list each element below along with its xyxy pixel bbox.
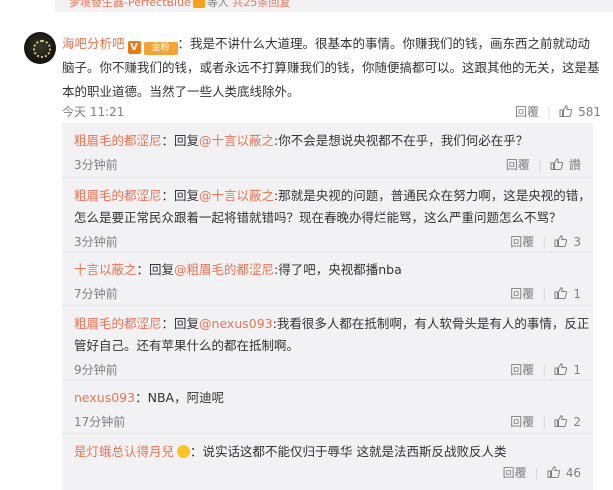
main-comment-text-2: 脑子。你不赚我们的钱，或者永远不打算赚我们的钱，你随便搞都可以。这跟其他的无关，… [62,60,600,75]
reply-prefix: ：回复 [161,188,200,203]
reply-prefix: ：回复 [136,262,175,277]
reply-prefix: ：回复 [161,133,200,148]
reply-text: 粗眉毛的都涩尼：回复@十言以蔽之:那就是央视的问题，普通民众在努力啊，这是央视的… [74,185,591,207]
like-count: 1 [573,363,581,377]
reply-content-1: :你不会是想说央视都不在乎，我们何必在乎？ [274,133,529,148]
main-reply-button[interactable]: 回覆 [515,105,539,119]
divider: | [542,287,547,301]
divider: | [537,158,542,172]
thumbs-up-icon [554,287,568,299]
reply-content-2: 管好自己。还有苹果什么的都在抵制啊。 [74,338,300,353]
reply-time: 7分钟前 [74,287,118,301]
reply-actions: 回覆 | 讚 [506,156,581,173]
main-like-button[interactable]: 581 [559,105,601,119]
like-button[interactable]: 1 [554,287,581,301]
reply-mention[interactable]: @十言以蔽之 [199,188,274,203]
reply-text: 十言以蔽之：回复@粗眉毛的都涩尼:得了吧，央视都播nba [74,259,402,281]
total-replies-link[interactable]: 共25条回复 [232,0,290,9]
reply-actions: 回覆 | 46 [503,464,581,481]
like-button[interactable]: 3 [554,235,581,249]
previous-replies-summary: 梦境發生器-PerfectBlue 等人 共25条回复 [55,0,613,12]
thumbs-up-icon [547,466,560,478]
reply-actions: 回覆 | 2 [510,413,581,430]
reply-text: 是灯蛾总认得月兒 ：说实话这都不能仅归于辱华 这就是法西斯反战败反人类 [74,441,507,463]
top-user-badge-icon [192,0,205,8]
divider: | [534,466,539,480]
reply-button[interactable]: 回覆 [510,235,534,249]
reply-list: 粗眉毛的都涩尼：回复@十言以蔽之:你不会是想说央视都不在乎，我们何必在乎？ 3分… [62,123,593,490]
divider: | [542,415,547,429]
reply-time: 9分钟前 [74,363,118,377]
reply-username[interactable]: nexus093 [74,390,135,405]
top-user-link[interactable]: 梦境發生器-PerfectBlue [69,0,191,9]
reply-username[interactable]: 是灯蛾总认得月兒 [74,444,174,459]
top-others-text: 等人 [206,0,229,9]
like-button[interactable]: 2 [554,415,581,429]
list-item: 粗眉毛的都涩尼：回复@十言以蔽之:你不会是想说央视都不在乎，我们何必在乎？ 3分… [62,123,593,178]
reply-button[interactable]: 回覆 [510,415,534,429]
reply-actions: 回覆 | 3 [510,233,581,250]
main-comment-actions: 回覆 | 581 [515,103,601,121]
main-comment-time: 今天 11:21 [62,105,125,119]
like-button[interactable]: 1 [554,363,581,377]
thumbs-up-icon [554,235,568,247]
reply-mention[interactable]: @十言以蔽之 [199,133,274,148]
main-comment-text-1: ：我是不讲什么大道理。很基本的事情。你赚我们的钱，画东西之前就动动 [177,36,591,51]
thumbs-up-icon [550,158,563,170]
main-like-count: 581 [578,105,601,119]
list-item: 是灯蛾总认得月兒 ：说实话这都不能仅归于辱华 这就是法西斯反战败反人类 回覆 | 46 [62,434,593,490]
reply-username[interactable]: 粗眉毛的都涩尼 [74,133,162,148]
divider: | [542,363,547,377]
reply-content-1: ：说实话这都不能仅归于辱华 这就是法西斯反战败反人类 [190,444,507,459]
reply-button[interactable]: 回覆 [510,363,534,377]
reply-time: 3分钟前 [74,235,118,249]
thumbs-up-icon [554,363,568,375]
like-count: 1 [573,287,581,301]
like-count: 46 [565,466,581,480]
reply-content-1: ：NBA，阿迪呢 [135,390,225,405]
list-item: 粗眉毛的都涩尼：回复@nexus093:我看很多人都在抵制啊，有人软骨头是有人的… [62,306,593,380]
reply-text: 粗眉毛的都涩尼：回复@nexus093:我看很多人都在抵制啊，有人软骨头是有人的… [74,313,589,335]
like-count: 2 [573,415,581,429]
reply-content-1: :那就是央视的问题，普通民众在努力啊，这是央视的错， [274,188,591,203]
like-count: 3 [573,235,581,249]
reply-content-1: :我看很多人都在抵制啊，有人软骨头是有人的事情，反正 [272,316,590,331]
reply-time: 17分钟前 [74,415,126,429]
reply-text: nexus093：NBA，阿迪呢 [74,387,224,409]
reply-mention[interactable]: @粗眉毛的都涩尼 [174,262,274,277]
thumbs-up-icon [559,105,573,117]
reply-time: 3分钟前 [74,158,118,172]
verified-v-icon: V [127,41,141,54]
reply-button[interactable]: 回覆 [503,466,527,480]
like-button[interactable]: 讚 [550,158,581,172]
reply-actions: 回覆 | 1 [510,285,581,302]
reply-text: 粗眉毛的都涩尼：回复@十言以蔽之:你不会是想说央视都不在乎，我们何必在乎？ [74,130,528,152]
reply-button[interactable]: 回覆 [506,158,530,172]
reply-content-2: 怎么是要正常民众跟着一起将错就错吗？现在春晚办得烂能骂，这么严重问题怎么不骂？ [74,210,562,225]
main-comment-body: 海吧分析吧 V 金粉 ：我是不讲什么大道理。很基本的事情。你赚我们的钱，画东西之前就动… [62,32,600,104]
main-comment-line-1: 海吧分析吧 V 金粉 ：我是不讲什么大道理。很基本的事情。你赚我们的钱，画东西之前就动… [62,32,590,56]
divider: | [542,235,547,249]
reply-mention[interactable]: @nexus093 [199,316,273,331]
list-item: 十言以蔽之：回复@粗眉毛的都涩尼:得了吧，央视都播nba 7分钟前 回覆 | 1 [62,252,593,306]
reply-username[interactable]: 十言以蔽之 [74,262,137,277]
divider: | [547,105,552,119]
thumbs-up-icon [554,415,568,427]
list-item: 粗眉毛的都涩尼：回复@十言以蔽之:那就是央视的问题，普通民众在努力啊，这是央视的… [62,178,593,252]
main-comment-username[interactable]: 海吧分析吧 [62,36,125,51]
reply-username[interactable]: 粗眉毛的都涩尼 [74,188,162,203]
reply-actions: 回覆 | 1 [510,361,581,378]
like-button[interactable]: 46 [547,466,581,480]
like-count: 讚 [568,158,581,172]
avatar[interactable] [24,32,56,64]
reply-button[interactable]: 回覆 [510,287,534,301]
main-comment-text-3: 本的职业道德。当然了一些人类底线除外。 [62,84,300,99]
reply-username[interactable]: 粗眉毛的都涩尼 [74,316,162,331]
list-item: nexus093：NBA，阿迪呢 17分钟前 回覆 | 2 [62,380,593,434]
member-badge-icon [177,445,191,458]
reply-prefix: ：回复 [161,316,200,331]
reply-content-1: :得了吧，央视都播nba [274,262,402,277]
gold-fan-badge: 金粉 [143,42,178,55]
